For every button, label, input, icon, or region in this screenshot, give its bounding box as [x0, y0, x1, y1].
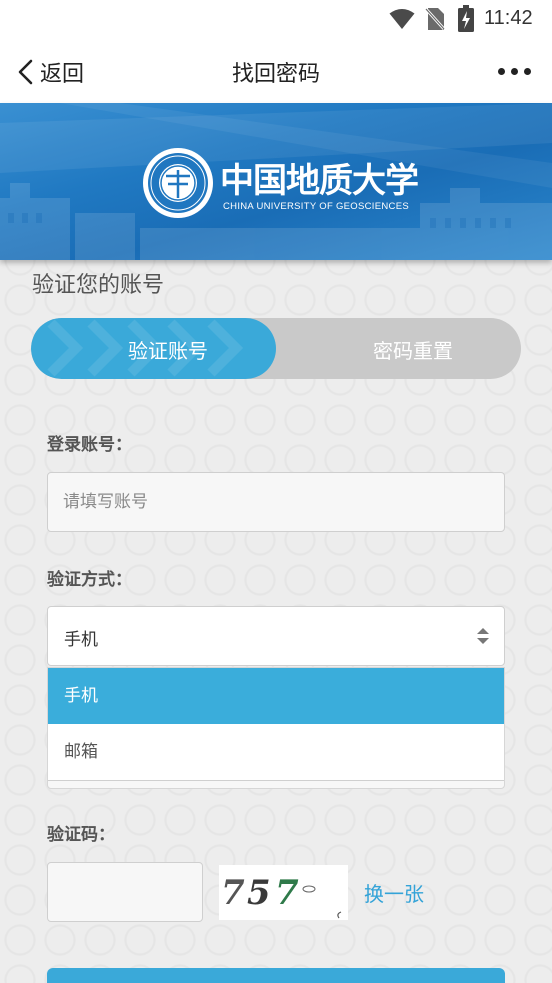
- verify-method-dropdown: 手机 邮箱: [47, 667, 505, 789]
- account-label: 登录账号：: [47, 435, 132, 455]
- account-input[interactable]: [47, 472, 505, 532]
- nav-bar: 返回 找回密码: [0, 40, 552, 103]
- university-banner: 中国地质大学 CHINA UNIVERSITY OF GEOSCIENCES: [0, 103, 552, 260]
- verify-method-select[interactable]: 手机: [47, 606, 505, 666]
- clock-time: 11:42: [484, 7, 533, 29]
- sort-arrows-icon: [477, 628, 489, 644]
- step-indicator: 验证账号 密码重置: [31, 318, 521, 379]
- battery-charging-icon: [458, 5, 474, 32]
- captcha-char: 5: [247, 873, 271, 913]
- captcha-noise: [302, 885, 342, 919]
- more-icon[interactable]: [498, 68, 532, 76]
- university-logo-text: 中国地质大学: [220, 161, 419, 201]
- captcha-image[interactable]: 7 5 7: [219, 865, 348, 920]
- section-heading: 验证您的账号: [32, 273, 165, 298]
- captcha-label: 验证码：: [47, 825, 115, 845]
- option-phone[interactable]: 手机: [48, 668, 504, 724]
- option-email[interactable]: 邮箱: [48, 724, 504, 781]
- university-emblem-icon: [143, 148, 213, 218]
- captcha-char: 7: [275, 873, 299, 913]
- step-verify-account: 验证账号: [128, 339, 208, 363]
- captcha-char: 7: [221, 873, 245, 913]
- step-reset-password: 密码重置: [373, 339, 453, 363]
- next-button[interactable]: [47, 968, 505, 983]
- page-title: 找回密码: [231, 62, 320, 87]
- wifi-icon: [389, 9, 415, 29]
- no-sim-icon: [425, 7, 445, 31]
- verify-method-label: 验证方式：: [47, 570, 132, 590]
- verify-method-value: 手机: [64, 630, 98, 650]
- captcha-input[interactable]: [47, 862, 203, 922]
- status-bar: 11:42: [0, 0, 552, 40]
- refresh-captcha-link[interactable]: 换一张: [364, 878, 424, 907]
- university-logo-english: CHINA UNIVERSITY OF GEOSCIENCES: [223, 201, 409, 212]
